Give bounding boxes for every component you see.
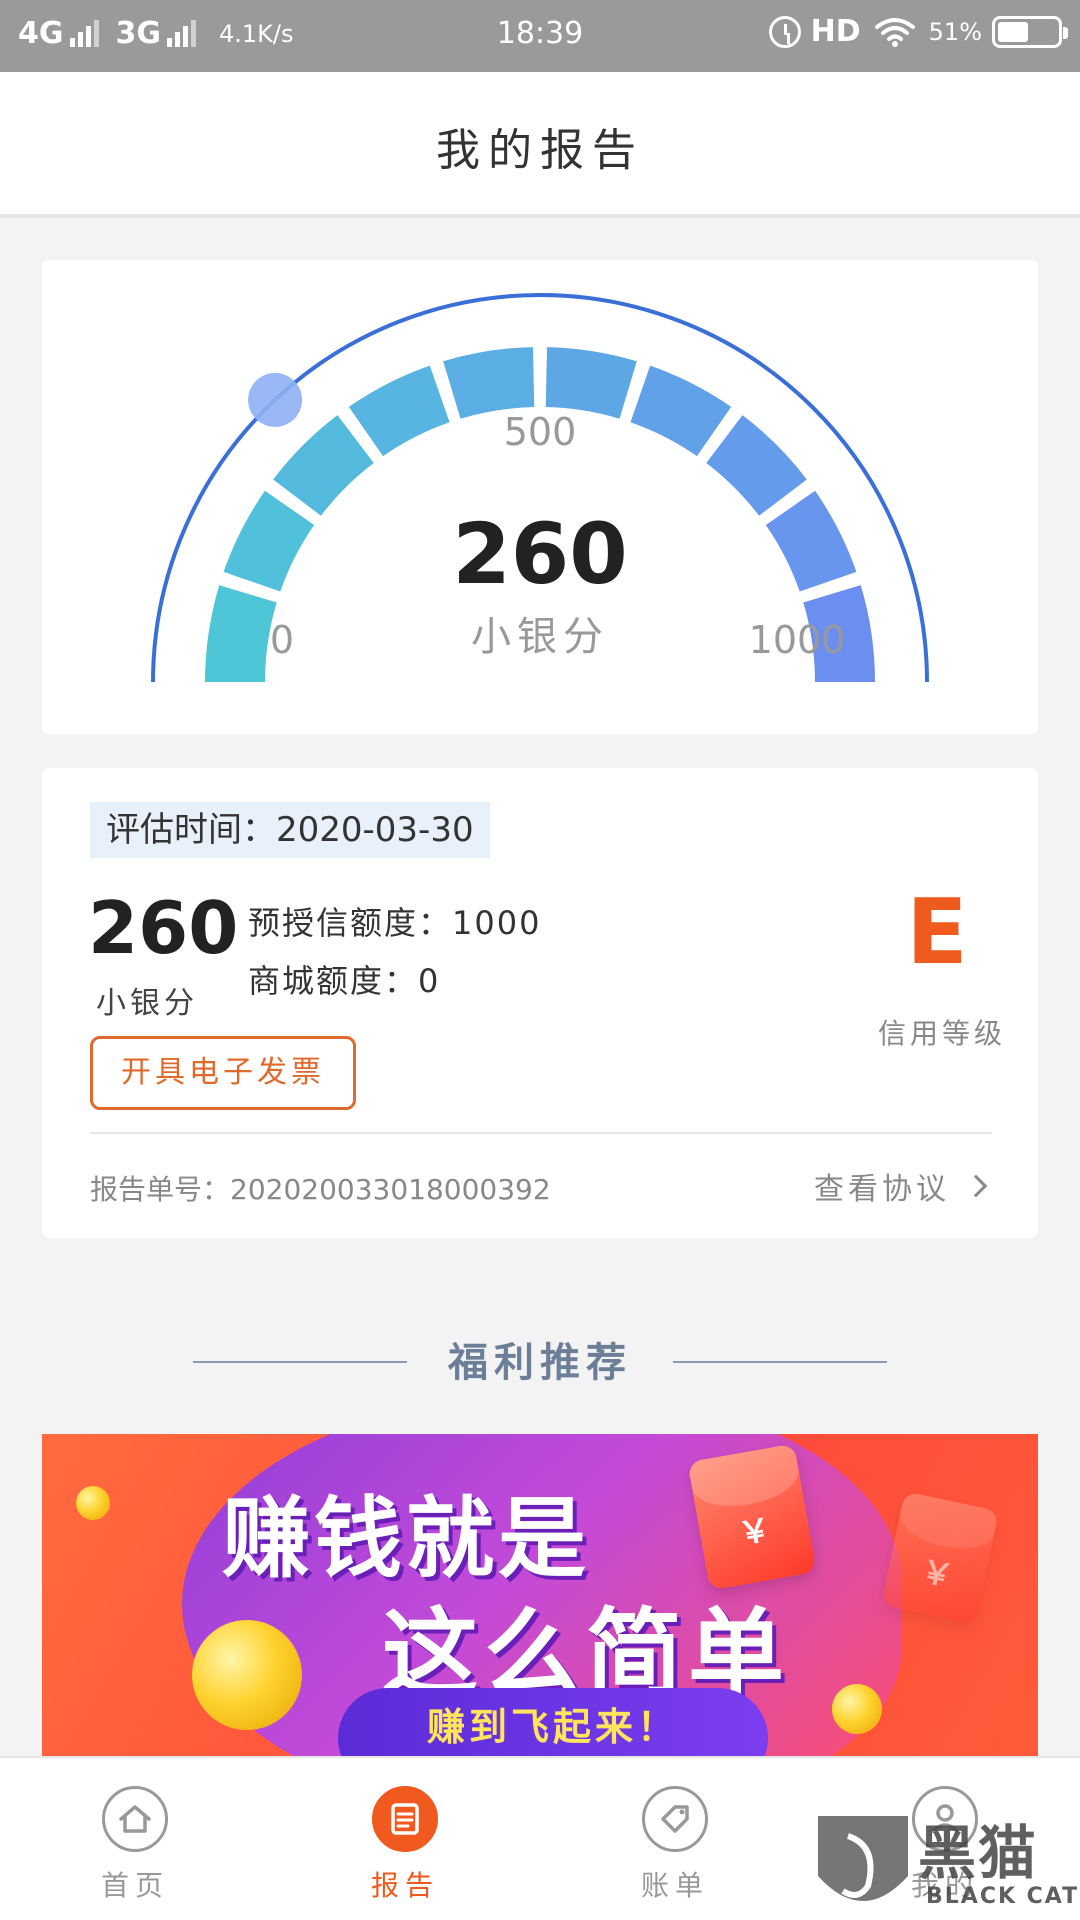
black-cat-logo-icon [818,1816,908,1901]
nav-home[interactable]: 首页 [0,1758,270,1920]
view-agreement-link[interactable]: 查看协议 [814,1164,988,1208]
report-score-label: 小银分 [96,986,198,1021]
yen-symbol: ￥ [735,1509,774,1553]
yen-symbol: ￥ [917,1551,957,1596]
gauge-score-label: 小银分 [471,614,609,660]
report-card: 评估时间：2020-03-30 260 小银分 预授信额度：1000 商城额度：… [42,768,1038,1238]
coin-icon [192,1620,302,1730]
battery-percent: 51% [928,17,982,46]
mall-limit: 商城额度：0 [248,962,441,1000]
nav-bill-label: 账单 [640,1869,709,1902]
gauge-score: 260 [452,505,628,603]
nav-home-label: 首页 [100,1869,169,1902]
score-gauge [151,293,929,683]
battery-level [998,21,1028,42]
hd-label: HD [810,14,861,49]
gauge-segment [443,347,535,419]
gauge-segment [545,347,637,419]
gauge-segment [273,415,374,516]
chevron-right-icon [964,1174,988,1198]
gauge-segment [706,415,807,516]
alarm-icon [768,15,801,48]
red-envelope-icon: ￥ [687,1443,817,1591]
evaluation-time: 评估时间：2020-03-30 [90,802,490,858]
divider [90,1132,992,1134]
pre-credit-limit: 预授信额度：1000 [248,904,542,942]
coin-icon [832,1684,882,1734]
bill-tag-icon [642,1786,708,1852]
gauge-segment [765,490,857,592]
issue-e-invoice-button[interactable]: 开具电子发票 [90,1036,356,1110]
promo-banner[interactable]: ￥ ￥ 赚钱就是 这么简单 赚到飞起来！ [42,1434,1038,1756]
credit-grade-label: 信用等级 [877,1017,1006,1050]
credit-grade: E [906,880,968,985]
score-gauge-card: 500 260 小银分 0 1000 [42,260,1038,734]
gauge-segment [348,365,450,457]
gauge-min-label: 0 [269,618,295,662]
gauge-mid-label: 500 [503,410,577,454]
battery-icon [992,15,1068,48]
wifi-icon [874,17,915,47]
report-number: 报告单号：202020033018000392 [90,1173,551,1206]
watermark-en: BLACK CAT [926,1884,1080,1909]
home-icon [102,1786,168,1852]
gauge-segment [223,490,315,592]
status-right: HD 51% [768,14,1068,49]
gauge-max-label: 1000 [748,618,846,662]
nav-report[interactable]: 报告 [270,1758,540,1920]
nav-report-label: 报告 [370,1869,439,1902]
report-icon [372,1786,438,1852]
watermark-cn: 黑猫 [918,1819,1039,1887]
coin-icon [76,1486,110,1520]
nav-bill[interactable]: 账单 [540,1758,810,1920]
section-title: 福利推荐 [448,1340,632,1386]
banner-subline: 赚到飞起来！ [426,1705,679,1749]
view-agreement-label: 查看协议 [814,1172,950,1207]
black-cat-watermark: 黑猫 BLACK CAT [808,1806,1080,1920]
page-header: 我的报告 [0,72,1080,218]
page-title: 我的报告 [436,125,644,176]
section-line-right [673,1361,887,1363]
gauge-score-knob [248,372,303,427]
red-envelope-icon: ￥ [880,1491,1000,1625]
status-bar: 4G 3G 4.1K/s 18:39 HD 51% [0,0,1080,72]
report-score: 260 [88,886,239,970]
gauge-segment [630,365,732,457]
